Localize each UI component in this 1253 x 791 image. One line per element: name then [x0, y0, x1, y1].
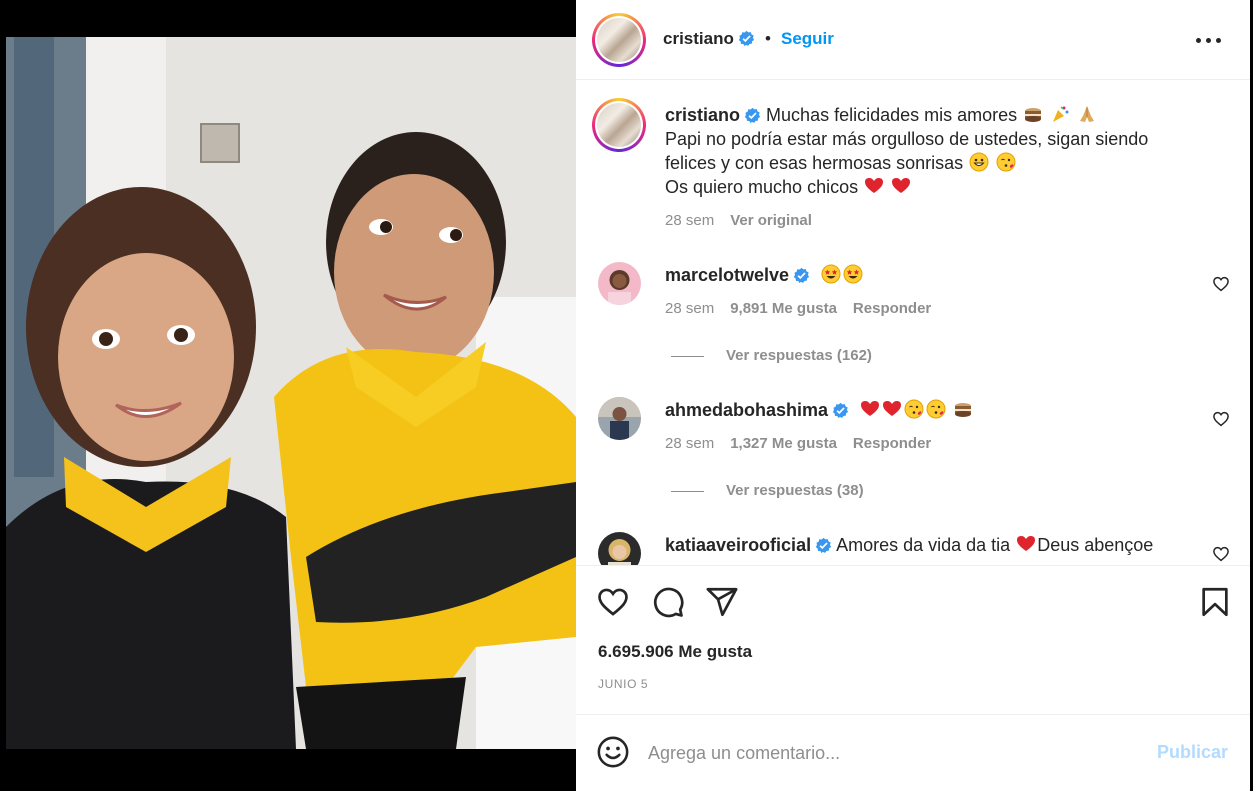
view-replies-button[interactable]: Ver respuestas (38): [671, 482, 864, 499]
more-options-icon[interactable]: [1196, 30, 1222, 50]
add-comment-bar: Publicar: [576, 716, 1250, 791]
photo-illustration: [6, 37, 576, 749]
reply-button[interactable]: Responder: [853, 435, 931, 452]
comment-likes[interactable]: 9,891 Me gusta: [730, 300, 837, 317]
comment-text: marcelotwelve: [665, 263, 864, 287]
party-popper-emoji: [1053, 106, 1069, 122]
verified-badge-icon: [832, 402, 849, 419]
comment-time[interactable]: 28 sem: [665, 435, 714, 452]
like-comment-heart-icon[interactable]: [1212, 410, 1230, 428]
view-replies-label[interactable]: Ver respuestas (38): [726, 482, 864, 499]
save-bookmark-icon[interactable]: [1198, 585, 1232, 619]
post-photo[interactable]: [6, 37, 576, 749]
post-date[interactable]: JUNIO 5: [598, 677, 648, 691]
comment-meta: 28 sem 9,891 Me gusta Responder: [665, 300, 931, 317]
caption-text: cristiano Muchas felicidades mis amores …: [665, 103, 1205, 199]
emoji-smiley-icon[interactable]: [596, 735, 630, 769]
comment-text: katiaaveirooficial Amores da vida da tia…: [665, 533, 1153, 557]
share-paper-plane-icon[interactable]: [705, 585, 739, 619]
author-username-text[interactable]: cristiano: [663, 29, 734, 48]
verified-badge-icon: [738, 30, 754, 47]
author-avatar[interactable]: [592, 13, 646, 67]
see-original-button[interactable]: Ver original: [730, 212, 812, 229]
replies-divider: [671, 490, 704, 492]
like-comment-heart-icon[interactable]: [1212, 275, 1230, 293]
comment-input[interactable]: [648, 740, 1108, 766]
verified-badge-icon: [744, 107, 761, 124]
comment-text: ahmedabohashima: [665, 398, 974, 422]
face-blowing-kiss-emoji: [904, 399, 924, 419]
caption-line-1: Muchas felicidades mis amores: [766, 105, 1018, 125]
caption-time[interactable]: 28 sem: [665, 212, 714, 229]
post-actions: 6.695.906 Me gusta JUNIO 5: [576, 565, 1250, 715]
comment-meta: 28 sem 1,327 Me gusta Responder: [665, 435, 931, 452]
commenter-avatar[interactable]: [598, 532, 641, 565]
post-side-panel: cristiano • Seguir cristiano Muchas feli…: [576, 0, 1250, 791]
publish-button[interactable]: Publicar: [1157, 742, 1228, 763]
caption-meta: 28 sem Ver original: [665, 212, 812, 229]
red-heart-emoji: [865, 178, 884, 193]
likes-count[interactable]: 6.695.906 Me gusta: [598, 642, 752, 662]
post-media-pane: [0, 0, 576, 791]
like-heart-icon[interactable]: [596, 585, 630, 619]
red-heart-emoji: [892, 178, 911, 193]
cake-emoji: [955, 403, 972, 417]
face-blowing-kiss-emoji: [996, 152, 1016, 172]
comment-bubble-icon[interactable]: [651, 585, 685, 619]
face-blowing-kiss-emoji: [926, 399, 946, 419]
comment-username[interactable]: marcelotwelve: [665, 265, 789, 285]
red-heart-emoji: [861, 401, 880, 416]
comment-username[interactable]: katiaaveirooficial: [665, 535, 811, 555]
comment-username[interactable]: ahmedabohashima: [665, 400, 828, 420]
caption-line-3: felices y con esas hermosas sonrisas: [665, 153, 964, 173]
comment-likes[interactable]: 1,327 Me gusta: [730, 435, 837, 452]
star-struck-emoji: [843, 264, 863, 284]
verified-badge-icon: [793, 267, 810, 284]
comment-body-continued: Deus abençoe: [1037, 535, 1154, 555]
comment-time[interactable]: 28 sem: [665, 300, 714, 317]
verified-badge-icon: [815, 537, 832, 554]
commenter-avatar[interactable]: [598, 397, 641, 440]
post-header: cristiano • Seguir: [576, 0, 1250, 80]
author-username[interactable]: cristiano: [663, 29, 755, 49]
red-heart-emoji: [1017, 536, 1036, 551]
replies-divider: [671, 355, 704, 357]
reply-button[interactable]: Responder: [853, 300, 931, 317]
cake-emoji: [1025, 108, 1042, 122]
commenter-avatar[interactable]: [598, 262, 641, 305]
follow-button[interactable]: Seguir: [781, 29, 834, 49]
red-heart-emoji: [883, 401, 902, 416]
caption-line-2: Papi no podría estar más orgulloso de us…: [665, 129, 1149, 149]
caption-line-4: Os quiero mucho chicos: [665, 177, 859, 197]
star-struck-emoji: [821, 264, 841, 284]
caption-avatar[interactable]: [592, 98, 646, 152]
comments-section[interactable]: cristiano Muchas felicidades mis amores …: [576, 81, 1250, 565]
separator-dot: •: [765, 29, 771, 48]
folded-hands-emoji: [1080, 106, 1095, 122]
view-replies-label[interactable]: Ver respuestas (162): [726, 347, 872, 364]
like-comment-heart-icon[interactable]: [1212, 545, 1230, 563]
grinning-face-emoji: [969, 152, 989, 172]
caption-username[interactable]: cristiano: [665, 105, 740, 125]
view-replies-button[interactable]: Ver respuestas (162): [671, 347, 872, 364]
comment-body: Amores da vida da tia: [836, 535, 1011, 555]
